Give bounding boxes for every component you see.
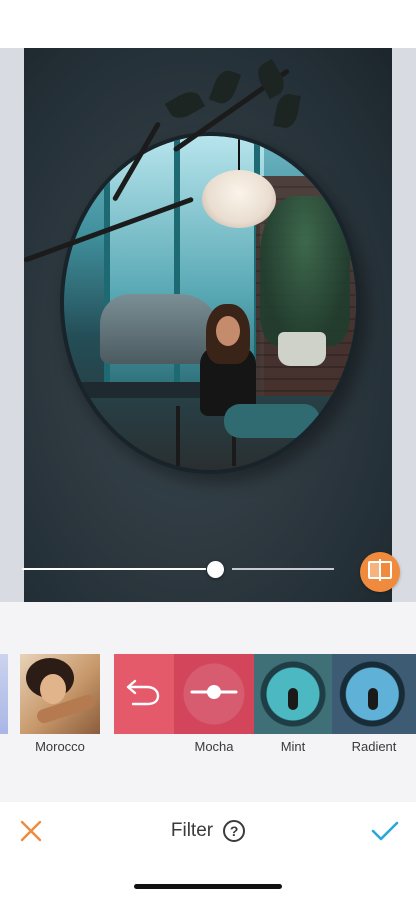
compare-icon xyxy=(367,558,393,586)
canvas-margin-left xyxy=(0,48,24,602)
help-icon[interactable]: ? xyxy=(223,820,246,842)
home-indicator[interactable] xyxy=(134,884,282,889)
person-legs xyxy=(224,404,320,438)
lamp-cord xyxy=(238,136,240,172)
undo-filter-button[interactable] xyxy=(114,654,174,734)
edited-photo[interactable] xyxy=(24,48,392,602)
toolbar-title-group: Filter ? xyxy=(0,820,416,842)
filter-label-mocha: Mocha xyxy=(194,739,234,754)
intensity-slider-track-empty[interactable] xyxy=(232,568,334,570)
filter-carousel[interactable]: Morocco Mocha Mint Radient xyxy=(0,602,416,802)
intensity-slider-thumb[interactable] xyxy=(206,561,224,578)
potted-plant xyxy=(260,196,350,346)
filter-label-mint: Mint xyxy=(280,739,306,754)
undo-icon xyxy=(125,675,163,714)
selected-filter-controls[interactable] xyxy=(114,654,254,734)
filter-label-radient: Radient xyxy=(351,739,397,754)
filter-thumbnail-morocco[interactable] xyxy=(20,654,100,734)
thumbnail-person xyxy=(368,688,378,710)
filter-thumbnail-offscreen[interactable] xyxy=(0,654,8,734)
round-mirror xyxy=(60,132,360,474)
checkmark-icon xyxy=(371,820,399,847)
photo-canvas-area xyxy=(0,48,416,602)
leaf xyxy=(273,92,301,130)
thumbnail-person xyxy=(288,688,298,710)
person-face xyxy=(216,316,240,346)
filter-thumbnail-mint[interactable] xyxy=(254,654,332,734)
compare-button[interactable] xyxy=(360,552,400,592)
page-title: Filter xyxy=(170,820,214,841)
filter-label-morocco: Morocco xyxy=(35,739,85,754)
filter-preview-overlay xyxy=(174,654,254,734)
intensity-slider-track-filled[interactable] xyxy=(22,568,207,570)
leaf xyxy=(164,86,206,124)
leaf xyxy=(208,67,242,107)
filter-thumbnail-radient[interactable] xyxy=(332,654,416,734)
filter-intensity-button[interactable] xyxy=(174,654,254,734)
bottom-toolbar: Filter ? xyxy=(0,802,416,900)
plant-pot xyxy=(278,332,326,366)
confirm-button[interactable] xyxy=(370,818,400,848)
thumbnail-person-face xyxy=(40,674,66,704)
paper-lamp xyxy=(202,170,276,228)
canvas-margin-right xyxy=(392,48,416,602)
